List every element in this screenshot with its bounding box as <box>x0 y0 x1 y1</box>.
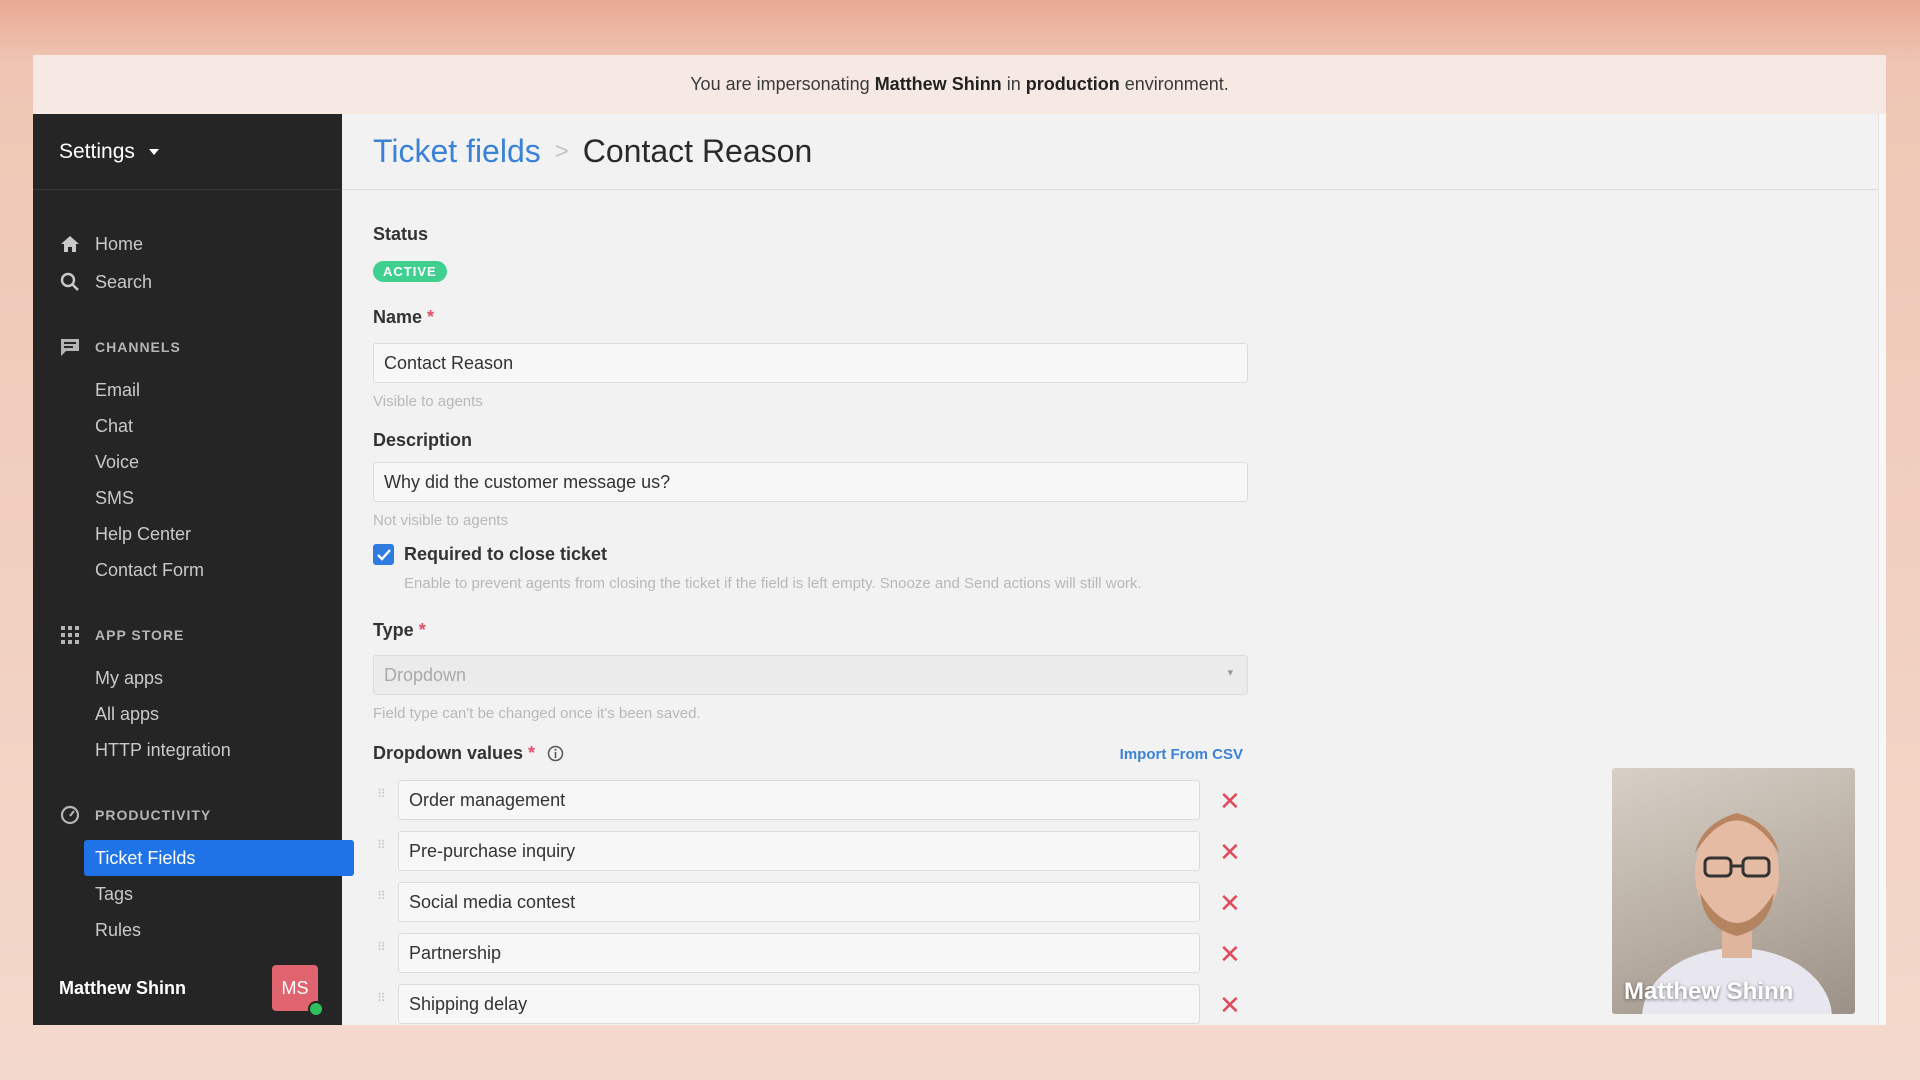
list-item: ⠿ Order management ✕ <box>373 780 1273 820</box>
description-hint: Not visible to agents <box>373 512 509 529</box>
app-window: You are impersonating Matthew Shinn in p… <box>33 55 1886 1025</box>
banner-env: production <box>1025 74 1120 94</box>
sidebar-item-contact-form[interactable]: Contact Form <box>33 552 342 588</box>
type-label: Type * <box>373 620 426 640</box>
sidebar-item-label: Home <box>95 233 144 254</box>
impersonation-banner: You are impersonating Matthew Shinn in p… <box>33 55 1886 114</box>
remove-value-icon[interactable]: ✕ <box>1219 786 1241 817</box>
chevron-down-icon <box>148 148 159 155</box>
status-badge: ACTIVE <box>373 261 447 282</box>
settings-title: Settings <box>59 139 135 163</box>
status-label: Status <box>373 224 429 244</box>
list-item: ⠿ Pre-purchase inquiry ✕ <box>373 831 1273 871</box>
sidebar-item-my-apps[interactable]: My apps <box>33 660 342 696</box>
dropdown-value-input[interactable]: Shipping delay <box>398 984 1200 1024</box>
list-item: ⠿ Partnership ✕ <box>373 933 1273 973</box>
sidebar-item-sms[interactable]: SMS <box>33 480 342 516</box>
remove-value-icon[interactable]: ✕ <box>1219 837 1241 868</box>
type-hint: Field type can't be changed once it's be… <box>373 705 701 722</box>
drag-handle-icon[interactable]: ⠿ <box>377 788 386 808</box>
current-user[interactable]: Matthew Shinn MS <box>59 965 324 1017</box>
chevron-down-icon: ▾ <box>1227 667 1233 679</box>
avatar[interactable]: MS <box>272 965 324 1017</box>
settings-menu[interactable]: Settings <box>33 114 342 190</box>
dropdown-value-input[interactable]: Order management <box>398 780 1200 820</box>
section-channels: CHANNELS <box>59 336 181 358</box>
sidebar-item-rules[interactable]: Rules <box>33 912 342 948</box>
sidebar-item-voice[interactable]: Voice <box>33 444 342 480</box>
home-icon <box>59 233 81 255</box>
description-field[interactable]: Why did the customer message us? <box>373 462 1248 502</box>
banner-prefix: You are impersonating <box>690 74 870 94</box>
drag-handle-icon[interactable]: ⠿ <box>377 890 386 910</box>
required-checkbox[interactable] <box>373 544 394 565</box>
import-from-csv-link[interactable]: Import From CSV <box>1120 746 1243 763</box>
gauge-icon <box>59 804 81 826</box>
search-icon <box>59 271 81 293</box>
sidebar-item-help-center[interactable]: Help Center <box>33 516 342 552</box>
drag-handle-icon[interactable]: ⠿ <box>377 839 386 859</box>
page-title: Contact Reason <box>582 133 813 169</box>
dropdown-values-label: Dropdown values * <box>373 743 564 764</box>
description-label: Description <box>373 430 473 450</box>
dropdown-value-input[interactable]: Partnership <box>398 933 1200 973</box>
drag-handle-icon[interactable]: ⠿ <box>377 941 386 961</box>
online-status-icon <box>308 1001 324 1017</box>
name-hint: Visible to agents <box>373 393 483 410</box>
user-name: Matthew Shinn <box>59 977 186 998</box>
sidebar-item-label: Search <box>95 271 153 292</box>
sidebar-item-all-apps[interactable]: All apps <box>33 696 342 732</box>
sidebar-item-chat[interactable]: Chat <box>33 408 342 444</box>
banner-suffix: environment. <box>1124 74 1229 94</box>
name-field[interactable]: Contact Reason <box>373 343 1248 383</box>
webcam-overlay: Matthew Shinn <box>1612 768 1855 1014</box>
sidebar-item-ticket-fields[interactable]: Ticket Fields <box>84 840 354 876</box>
remove-value-icon[interactable]: ✕ <box>1219 888 1241 919</box>
remove-value-icon[interactable]: ✕ <box>1219 939 1241 970</box>
breadcrumb: Ticket fields > Contact Reason <box>342 114 1886 190</box>
type-select: Dropdown ▾ <box>373 655 1248 695</box>
breadcrumb-ticket-fields-link[interactable]: Ticket fields <box>373 133 541 170</box>
drag-handle-icon[interactable]: ⠿ <box>377 992 386 1012</box>
required-checkbox-label: Required to close ticket <box>404 544 608 564</box>
sidebar-item-email[interactable]: Email <box>33 372 342 408</box>
banner-user: Matthew Shinn <box>874 74 1002 94</box>
list-item: ⠿ Social media contest ✕ <box>373 882 1273 922</box>
section-app-store: APP STORE <box>59 624 184 646</box>
info-icon <box>547 745 564 762</box>
sidebar: Settings Home Search CHANNELS Email Chat… <box>33 114 354 1025</box>
grid-icon <box>59 624 81 646</box>
sidebar-item-home[interactable]: Home <box>33 226 342 262</box>
banner-middle: in <box>1006 74 1021 94</box>
scrollbar[interactable] <box>1878 114 1886 1025</box>
list-item: ⠿ Shipping delay ✕ <box>373 984 1273 1024</box>
section-productivity: PRODUCTIVITY <box>59 804 211 826</box>
dropdown-value-input[interactable]: Pre-purchase inquiry <box>398 831 1200 871</box>
dropdown-value-input[interactable]: Social media contest <box>398 882 1200 922</box>
presenter-name: Matthew Shinn <box>1624 978 1794 1005</box>
sidebar-item-search[interactable]: Search <box>33 264 342 300</box>
required-checkbox-hint: Enable to prevent agents from closing th… <box>404 575 1142 592</box>
chat-icon <box>59 336 81 358</box>
sidebar-item-tags[interactable]: Tags <box>33 876 342 912</box>
name-label: Name * <box>373 307 435 327</box>
sidebar-item-http-integration[interactable]: HTTP integration <box>33 732 342 768</box>
check-icon <box>376 548 391 561</box>
breadcrumb-separator: > <box>554 137 569 165</box>
remove-value-icon[interactable]: ✕ <box>1219 990 1241 1021</box>
